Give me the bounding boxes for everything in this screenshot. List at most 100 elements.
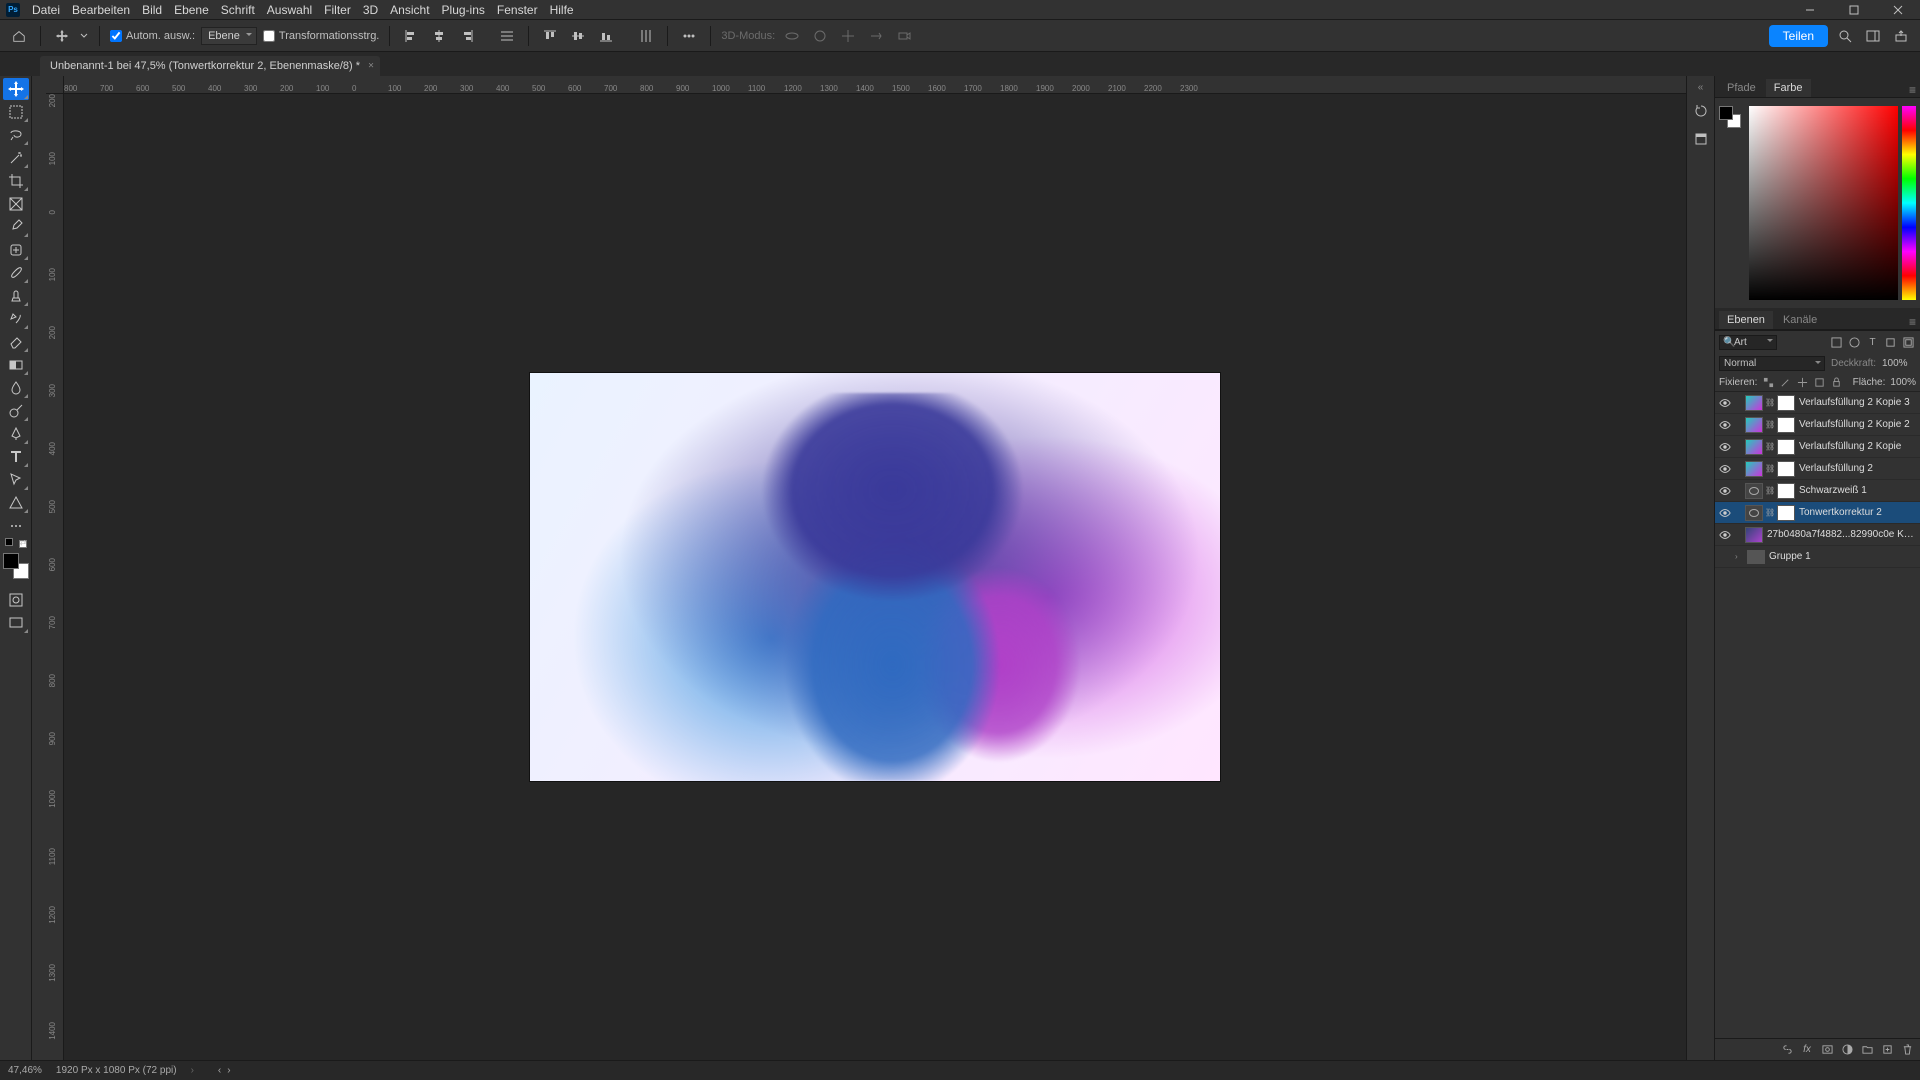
visibility-toggle-icon[interactable] [1715,441,1735,453]
layer-filter-dropdown[interactable]: 🔍 Art [1719,335,1777,350]
tab-kanale[interactable]: Kanäle [1775,311,1825,329]
healing-brush-tool[interactable] [3,239,29,261]
pen-tool[interactable] [3,423,29,445]
screen-mode-icon[interactable] [3,612,29,634]
next-doc-icon[interactable]: › [227,1065,230,1076]
lock-position-icon[interactable] [1796,375,1808,389]
history-panel-icon[interactable] [1691,101,1711,121]
blend-mode-dropdown[interactable]: Normal [1719,356,1825,371]
expand-group-icon[interactable]: › [1735,552,1747,561]
maximize-button[interactable] [1838,0,1870,20]
tab-pfade[interactable]: Pfade [1719,79,1764,97]
lock-artboard-icon[interactable] [1814,375,1826,389]
blur-tool[interactable] [3,377,29,399]
link-layers-icon[interactable] [1780,1043,1794,1057]
tab-farbe[interactable]: Farbe [1766,79,1811,97]
prev-doc-icon[interactable]: ‹ [218,1065,221,1076]
crop-tool[interactable] [3,170,29,192]
lock-pixels-icon[interactable] [1779,375,1791,389]
panel-color-swatches[interactable] [1719,106,1741,128]
align-hcenter-icon[interactable] [428,25,450,47]
visibility-toggle-icon[interactable] [1715,419,1735,431]
marquee-tool[interactable] [3,101,29,123]
layer-row[interactable]: ⛓Schwarzweiß 1 [1715,480,1920,502]
new-layer-icon[interactable] [1880,1043,1894,1057]
fill-value[interactable]: 100% [1890,377,1916,388]
horizontal-ruler[interactable]: 8007006005004003002001000100200300400500… [64,76,1686,94]
menu-plug-ins[interactable]: Plug-ins [442,3,485,17]
layer-row[interactable]: ⛓Verlaufsfüllung 2 Kopie 3 [1715,392,1920,414]
workspace-switcher-icon[interactable] [1862,25,1884,47]
menu-ebene[interactable]: Ebene [174,3,209,17]
layers-panel-menu-icon[interactable]: ≡ [1909,315,1916,329]
visibility-toggle-icon[interactable] [1715,529,1735,541]
menu-filter[interactable]: Filter [324,3,351,17]
move-tool-icon[interactable] [51,25,73,47]
export-icon[interactable] [1890,25,1912,47]
menu-bild[interactable]: Bild [142,3,162,17]
frame-tool[interactable] [3,193,29,215]
clone-stamp-tool[interactable] [3,285,29,307]
opacity-value[interactable]: 100% [1882,358,1916,369]
filter-shape-icon[interactable] [1883,335,1898,350]
lasso-tool[interactable] [3,124,29,146]
auto-select-checkbox[interactable]: Autom. ausw.: [110,30,195,42]
eyedropper-tool[interactable] [3,216,29,238]
align-top-icon[interactable] [539,25,561,47]
quick-mask-icon[interactable] [3,589,29,611]
minimize-button[interactable] [1794,0,1826,20]
default-colors-icon[interactable]: ⇄ [3,538,29,548]
menu-fenster[interactable]: Fenster [497,3,538,17]
eraser-tool[interactable] [3,331,29,353]
edit-toolbar-icon[interactable] [3,515,29,537]
color-panel-menu-icon[interactable]: ≡ [1909,83,1916,97]
layer-row[interactable]: ⛓Verlaufsfüllung 2 Kopie [1715,436,1920,458]
dodge-tool[interactable] [3,400,29,422]
search-icon[interactable] [1834,25,1856,47]
distribute-icon[interactable] [496,25,518,47]
close-window-button[interactable] [1882,0,1914,20]
ruler-origin[interactable] [46,76,64,94]
delete-layer-icon[interactable] [1900,1043,1914,1057]
visibility-toggle-icon[interactable] [1715,507,1735,519]
align-bottom-icon[interactable] [595,25,617,47]
tool-preset-dropdown[interactable] [79,25,89,47]
shape-tool[interactable] [3,492,29,514]
move-tool[interactable] [3,78,29,100]
magic-wand-tool[interactable] [3,147,29,169]
menu-3d[interactable]: 3D [363,3,378,17]
visibility-toggle-icon[interactable] [1715,485,1735,497]
lock-transparent-icon[interactable] [1762,375,1774,389]
menu-schrift[interactable]: Schrift [221,3,255,17]
filter-adjust-icon[interactable] [1847,335,1862,350]
layer-row[interactable]: ⛓Verlaufsfüllung 2 [1715,458,1920,480]
close-tab-icon[interactable]: × [368,61,374,72]
home-button[interactable] [8,25,30,47]
doc-info[interactable]: 1920 Px x 1080 Px (72 ppi) [56,1065,177,1076]
filter-smart-icon[interactable] [1901,335,1916,350]
lock-all-icon[interactable] [1831,375,1843,389]
visibility-toggle-icon[interactable] [1715,397,1735,409]
path-selection-tool[interactable] [3,469,29,491]
more-align-icon[interactable] [678,25,700,47]
menu-auswahl[interactable]: Auswahl [267,3,312,17]
type-tool[interactable] [3,446,29,468]
menu-datei[interactable]: Datei [32,3,60,17]
hue-slider[interactable] [1902,106,1916,300]
vertical-ruler[interactable]: 2001000100200300400500600700800900100011… [46,94,64,1060]
transform-controls-checkbox[interactable]: Transformationsstrg. [263,30,379,42]
layer-row[interactable]: ⛓Tonwertkorrektur 2 [1715,502,1920,524]
document-canvas[interactable] [530,373,1220,781]
properties-panel-icon[interactable] [1691,129,1711,149]
layer-row[interactable]: ⛓Verlaufsfüllung 2 Kopie 2 [1715,414,1920,436]
color-field[interactable] [1749,106,1898,300]
visibility-toggle-icon[interactable] [1715,463,1735,475]
distribute-v-icon[interactable] [635,25,657,47]
align-vcenter-icon[interactable] [567,25,589,47]
filter-pixel-icon[interactable] [1829,335,1844,350]
align-right-icon[interactable] [456,25,478,47]
layer-row[interactable]: 27b0480a7f4882...82990c0e Kopie [1715,524,1920,546]
brush-tool[interactable] [3,262,29,284]
tab-ebenen[interactable]: Ebenen [1719,311,1773,329]
align-left-icon[interactable] [400,25,422,47]
